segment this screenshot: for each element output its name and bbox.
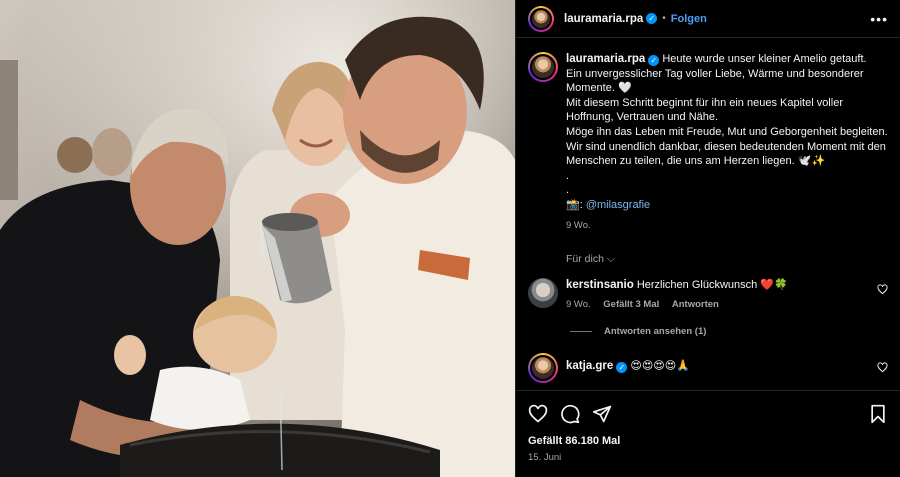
like-comment-heart-icon[interactable] bbox=[877, 284, 888, 295]
post-actions-bar bbox=[528, 403, 888, 425]
instagram-post-window: lauramaria.rpa ✓ • Folgen ••• lauramaria… bbox=[0, 0, 900, 477]
caption-timestamp[interactable]: 9 Wo. bbox=[566, 219, 888, 234]
comment-actions: 9 Wo. Gefällt 3 Mal Antworten bbox=[566, 298, 788, 312]
comment-timestamp[interactable]: 9 Wo. bbox=[566, 299, 591, 310]
reply-button[interactable]: Antworten bbox=[672, 299, 719, 310]
commenter-username[interactable]: kerstinsanio bbox=[566, 279, 634, 291]
verified-badge-icon: ✓ bbox=[648, 55, 660, 66]
caption-text: Heute wurde unser kleiner Amelio getauft… bbox=[662, 53, 867, 65]
caption-line-2: Mit diesem Schritt beginnt für ihn ein n… bbox=[566, 96, 843, 124]
more-options-icon[interactable]: ••• bbox=[870, 11, 888, 27]
save-bookmark-icon[interactable] bbox=[868, 404, 888, 424]
commenter-avatar[interactable] bbox=[528, 353, 558, 384]
translation-toggle[interactable]: Für dich ⌵ bbox=[566, 253, 888, 266]
baptism-photo-illustration bbox=[0, 0, 515, 477]
post-detail-panel: lauramaria.rpa ✓ • Folgen ••• lauramaria… bbox=[515, 0, 900, 477]
post-footer: Gefällt 86.180 Mal 15. Juni bbox=[516, 390, 900, 463]
caption-line-6: . bbox=[566, 184, 570, 197]
verified-badge-icon: ✓ bbox=[616, 362, 628, 374]
view-replies-label: Antworten ansehen (1) bbox=[604, 326, 707, 338]
caption-line-5: . bbox=[566, 169, 570, 182]
post-photo[interactable] bbox=[0, 0, 515, 477]
comment-body: kerstinsanio Herzlichen Glückwunsch ❤️🍀 … bbox=[566, 278, 788, 312]
caption-line-3: Möge ihn das Leben mit Freude, Mut und G… bbox=[566, 125, 888, 138]
post-date[interactable]: 15. Juni bbox=[528, 452, 888, 463]
comment-item: kerstinsanio Herzlichen Glückwunsch ❤️🍀 … bbox=[528, 278, 888, 312]
comment-bubble-icon[interactable] bbox=[560, 404, 580, 424]
caption-line-1: Ein unvergesslicher Tag voller Liebe, Wä… bbox=[566, 67, 864, 95]
view-replies-button[interactable]: Antworten ansehen (1) bbox=[570, 326, 888, 337]
separator-dot: • bbox=[662, 13, 666, 24]
share-paper-plane-icon[interactable] bbox=[592, 404, 612, 424]
post-header: lauramaria.rpa ✓ • Folgen ••• bbox=[516, 0, 900, 38]
caption: lauramaria.rpa ✓ Heute wurde unser kleine… bbox=[528, 52, 888, 233]
chevron-down-icon: ⌵ bbox=[606, 253, 615, 266]
photo-credit: 📸: @milasgrafie bbox=[566, 198, 888, 213]
comments-section[interactable]: lauramaria.rpa ✓ Heute wurde unser kleine… bbox=[516, 38, 900, 390]
likes-count[interactable]: Gefällt 86.180 Mal bbox=[528, 435, 888, 447]
caption-line-4: Wir sind unendlich dankbar, diesen bedeu… bbox=[566, 140, 886, 168]
comment-text: Herzlichen Glückwunsch ❤️🍀 bbox=[636, 279, 788, 292]
author-avatar[interactable] bbox=[528, 5, 554, 32]
photographer-mention-link[interactable]: @milasgrafie bbox=[586, 199, 650, 211]
comment-likes-count[interactable]: Gefällt 3 Mal bbox=[603, 299, 659, 310]
caption-author-username[interactable]: lauramaria.rpa bbox=[566, 53, 645, 65]
commenter-avatar[interactable] bbox=[528, 278, 558, 309]
like-heart-icon[interactable] bbox=[528, 404, 548, 424]
caption-body: lauramaria.rpa ✓ Heute wurde unser kleine… bbox=[566, 52, 888, 233]
camera-icon: 📸: bbox=[566, 198, 583, 211]
author-username[interactable]: lauramaria.rpa bbox=[564, 13, 643, 25]
comment-item: katja.gre ✓ 😍😍😍😍🙏 bbox=[528, 353, 888, 384]
verified-badge-icon: ✓ bbox=[646, 13, 658, 24]
commenter-username[interactable]: katja.gre bbox=[566, 360, 613, 372]
comment-body: katja.gre ✓ 😍😍😍😍🙏 bbox=[566, 353, 690, 374]
caption-author-avatar[interactable] bbox=[528, 52, 558, 82]
caption-line-0: lauramaria.rpa ✓ Heute wurde unser kleine… bbox=[566, 52, 888, 67]
translation-label: Für dich bbox=[566, 253, 604, 266]
comment-text: 😍😍😍😍🙏 bbox=[630, 360, 690, 373]
follow-button[interactable]: Folgen bbox=[671, 13, 707, 25]
like-comment-heart-icon[interactable] bbox=[877, 362, 888, 373]
replies-divider-line bbox=[570, 331, 592, 333]
